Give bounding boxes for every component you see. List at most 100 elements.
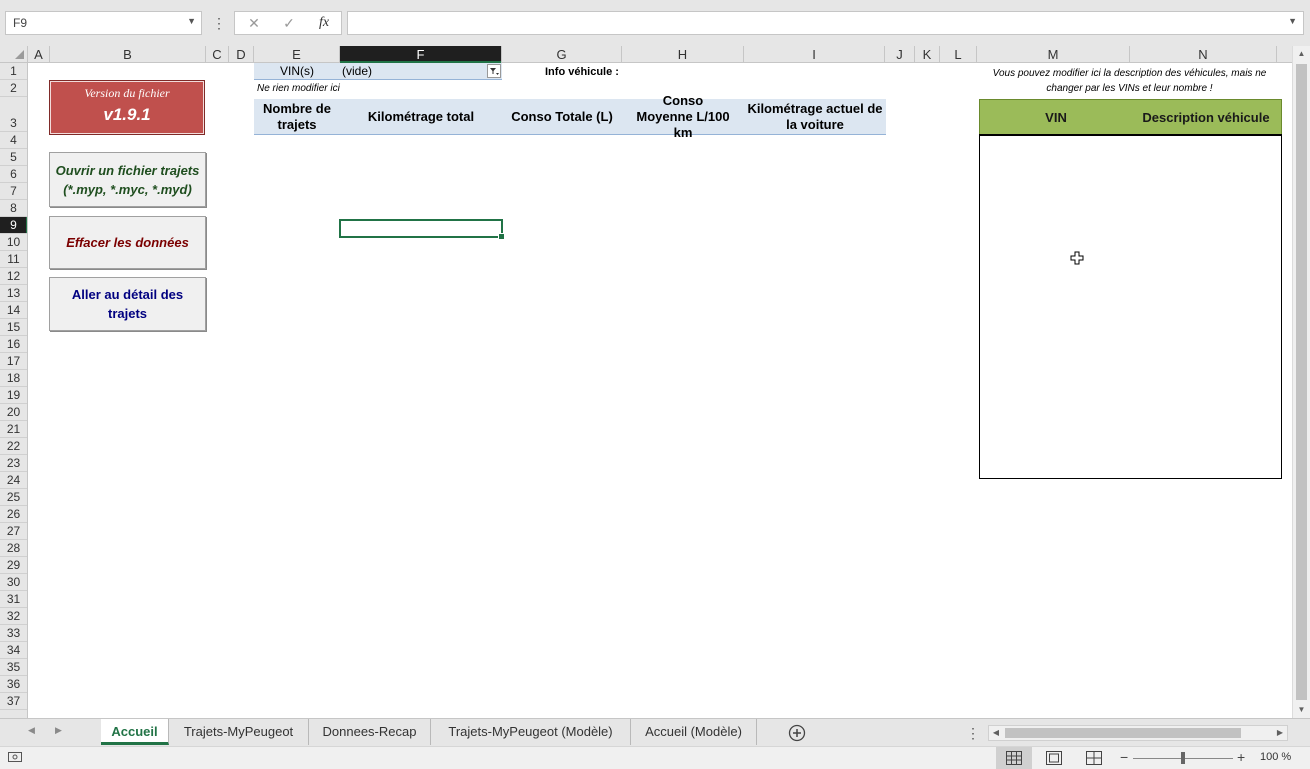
sheet-tab[interactable]: Trajets-MyPeugeot	[169, 719, 309, 745]
normal-view-icon[interactable]	[996, 747, 1032, 769]
formula-buttons: ✕ ✓ fx	[234, 11, 342, 35]
sheet-tab[interactable]: Donnees-Recap	[309, 719, 431, 745]
fill-handle[interactable]	[498, 233, 505, 240]
row-header[interactable]: 17	[0, 353, 27, 370]
enter-check-icon[interactable]: ✓	[272, 12, 306, 34]
row-header[interactable]: 1	[0, 63, 27, 80]
scroll-down-icon[interactable]: ▼	[1293, 702, 1310, 718]
zoom-in-icon[interactable]: +	[1237, 749, 1245, 765]
column-header-k[interactable]: K	[915, 46, 940, 63]
header-kilometrage-actuel: Kilométrage actuel de la voiture	[744, 99, 886, 135]
column-header-h[interactable]: H	[622, 46, 744, 63]
open-file-button[interactable]: Ouvrir un fichier trajets (*.myp, *.myc,…	[49, 152, 206, 207]
macro-record-icon[interactable]	[8, 752, 22, 764]
scroll-up-icon[interactable]: ▲	[1293, 46, 1310, 62]
column-header-n[interactable]: N	[1130, 46, 1277, 63]
add-sheet-icon[interactable]	[788, 724, 806, 742]
row-header[interactable]: 28	[0, 540, 27, 557]
row-header[interactable]: 8	[0, 200, 27, 217]
column-header-g[interactable]: G	[502, 46, 622, 63]
worksheet-grid[interactable]: Version du fichier v1.9.1 Ouvrir un fich…	[28, 63, 1292, 718]
column-header-l[interactable]: L	[940, 46, 977, 63]
next-sheet-icon[interactable]: ▶	[55, 725, 62, 736]
row-header[interactable]: 12	[0, 268, 27, 285]
horizontal-scrollbar[interactable]: ◀ ▶	[988, 725, 1288, 741]
prev-sheet-icon[interactable]: ◀	[28, 725, 35, 736]
zoom-out-icon[interactable]: −	[1120, 749, 1128, 765]
column-header-a[interactable]: A	[28, 46, 50, 63]
row-header[interactable]: 33	[0, 625, 27, 642]
row-header[interactable]: 19	[0, 387, 27, 404]
select-all-corner[interactable]	[0, 46, 28, 63]
row-header[interactable]: 30	[0, 574, 27, 591]
clear-data-button[interactable]: Effacer les données	[49, 216, 206, 269]
row-header[interactable]: 2	[0, 80, 27, 97]
name-box[interactable]: F9 ▼	[5, 11, 202, 35]
row-header[interactable]: 3	[0, 97, 27, 132]
row-header[interactable]: 6	[0, 166, 27, 183]
column-header-d[interactable]: D	[229, 46, 254, 63]
row-header[interactable]: 15	[0, 319, 27, 336]
row-header[interactable]: 22	[0, 438, 27, 455]
row-header[interactable]: 29	[0, 557, 27, 574]
column-header-f[interactable]: F	[340, 46, 502, 63]
sheet-tab[interactable]: Trajets-MyPeugeot (Modèle)	[431, 719, 631, 745]
column-header-i[interactable]: I	[744, 46, 885, 63]
column-header-b[interactable]: B	[50, 46, 206, 63]
zoom-level[interactable]: 100 %	[1260, 751, 1291, 763]
row-header[interactable]: 20	[0, 404, 27, 421]
row-header[interactable]: 26	[0, 506, 27, 523]
row-header[interactable]: 13	[0, 285, 27, 302]
more-options-icon[interactable]: ⋮	[212, 12, 226, 34]
row-header[interactable]: 4	[0, 132, 27, 149]
row-header[interactable]: 35	[0, 659, 27, 676]
page-break-view-icon[interactable]	[1086, 751, 1102, 765]
row-header[interactable]: 5	[0, 149, 27, 166]
column-header-m[interactable]: M	[977, 46, 1130, 63]
filter-dropdown-icon[interactable]	[487, 64, 501, 78]
row-header[interactable]: 32	[0, 608, 27, 625]
header-conso-totale: Conso Totale (L)	[502, 99, 622, 135]
column-header-e[interactable]: E	[254, 46, 340, 63]
row-header[interactable]: 7	[0, 183, 27, 200]
vertical-scrollbar[interactable]: ▲ ▼	[1292, 46, 1310, 718]
row-header[interactable]: 36	[0, 676, 27, 693]
page-layout-view-icon[interactable]	[1046, 751, 1062, 765]
sheet-tab[interactable]: Accueil	[101, 719, 169, 745]
row-header[interactable]: 23	[0, 455, 27, 472]
row-header[interactable]: 9	[0, 217, 27, 234]
insert-function-icon[interactable]: fx	[307, 12, 341, 34]
row-header[interactable]: 14	[0, 302, 27, 319]
formula-input[interactable]: ▼	[347, 11, 1304, 35]
scroll-right-icon[interactable]: ▶	[1273, 726, 1287, 740]
column-header-j[interactable]: J	[885, 46, 915, 63]
header-nombre-trajets-text: Nombre de trajets	[263, 100, 331, 132]
row-header[interactable]: 25	[0, 489, 27, 506]
row-header[interactable]: 34	[0, 642, 27, 659]
row-header[interactable]: 31	[0, 591, 27, 608]
vehicle-table-body[interactable]	[979, 134, 1282, 479]
column-header-c[interactable]: C	[206, 46, 229, 63]
vin-filter-value-cell[interactable]: (vide)	[340, 63, 502, 80]
row-header[interactable]: 24	[0, 472, 27, 489]
row-header[interactable]: 37	[0, 693, 27, 710]
row-header[interactable]: 10	[0, 234, 27, 251]
cancel-icon[interactable]: ✕	[237, 12, 271, 34]
row-header[interactable]: 16	[0, 336, 27, 353]
row-header[interactable]: 27	[0, 523, 27, 540]
zoom-slider-thumb[interactable]	[1181, 752, 1185, 764]
row-header[interactable]: 18	[0, 370, 27, 387]
name-box-value: F9	[13, 16, 28, 30]
vertical-scroll-thumb[interactable]	[1296, 64, 1307, 700]
row-header[interactable]: 21	[0, 421, 27, 438]
go-detail-button[interactable]: Aller au détail des trajets	[49, 277, 206, 331]
active-cell-f9[interactable]	[339, 219, 505, 240]
sheet-tab[interactable]: Accueil (Modèle)	[631, 719, 757, 745]
tabs-more-icon[interactable]: ⋮	[966, 724, 980, 742]
chevron-down-icon[interactable]: ▼	[187, 16, 196, 26]
expand-formula-icon[interactable]: ▼	[1288, 16, 1297, 26]
horizontal-scroll-thumb[interactable]	[1005, 728, 1241, 738]
clear-data-label: Effacer les données	[66, 235, 189, 250]
row-header[interactable]: 11	[0, 251, 27, 268]
scroll-left-icon[interactable]: ◀	[989, 726, 1003, 740]
